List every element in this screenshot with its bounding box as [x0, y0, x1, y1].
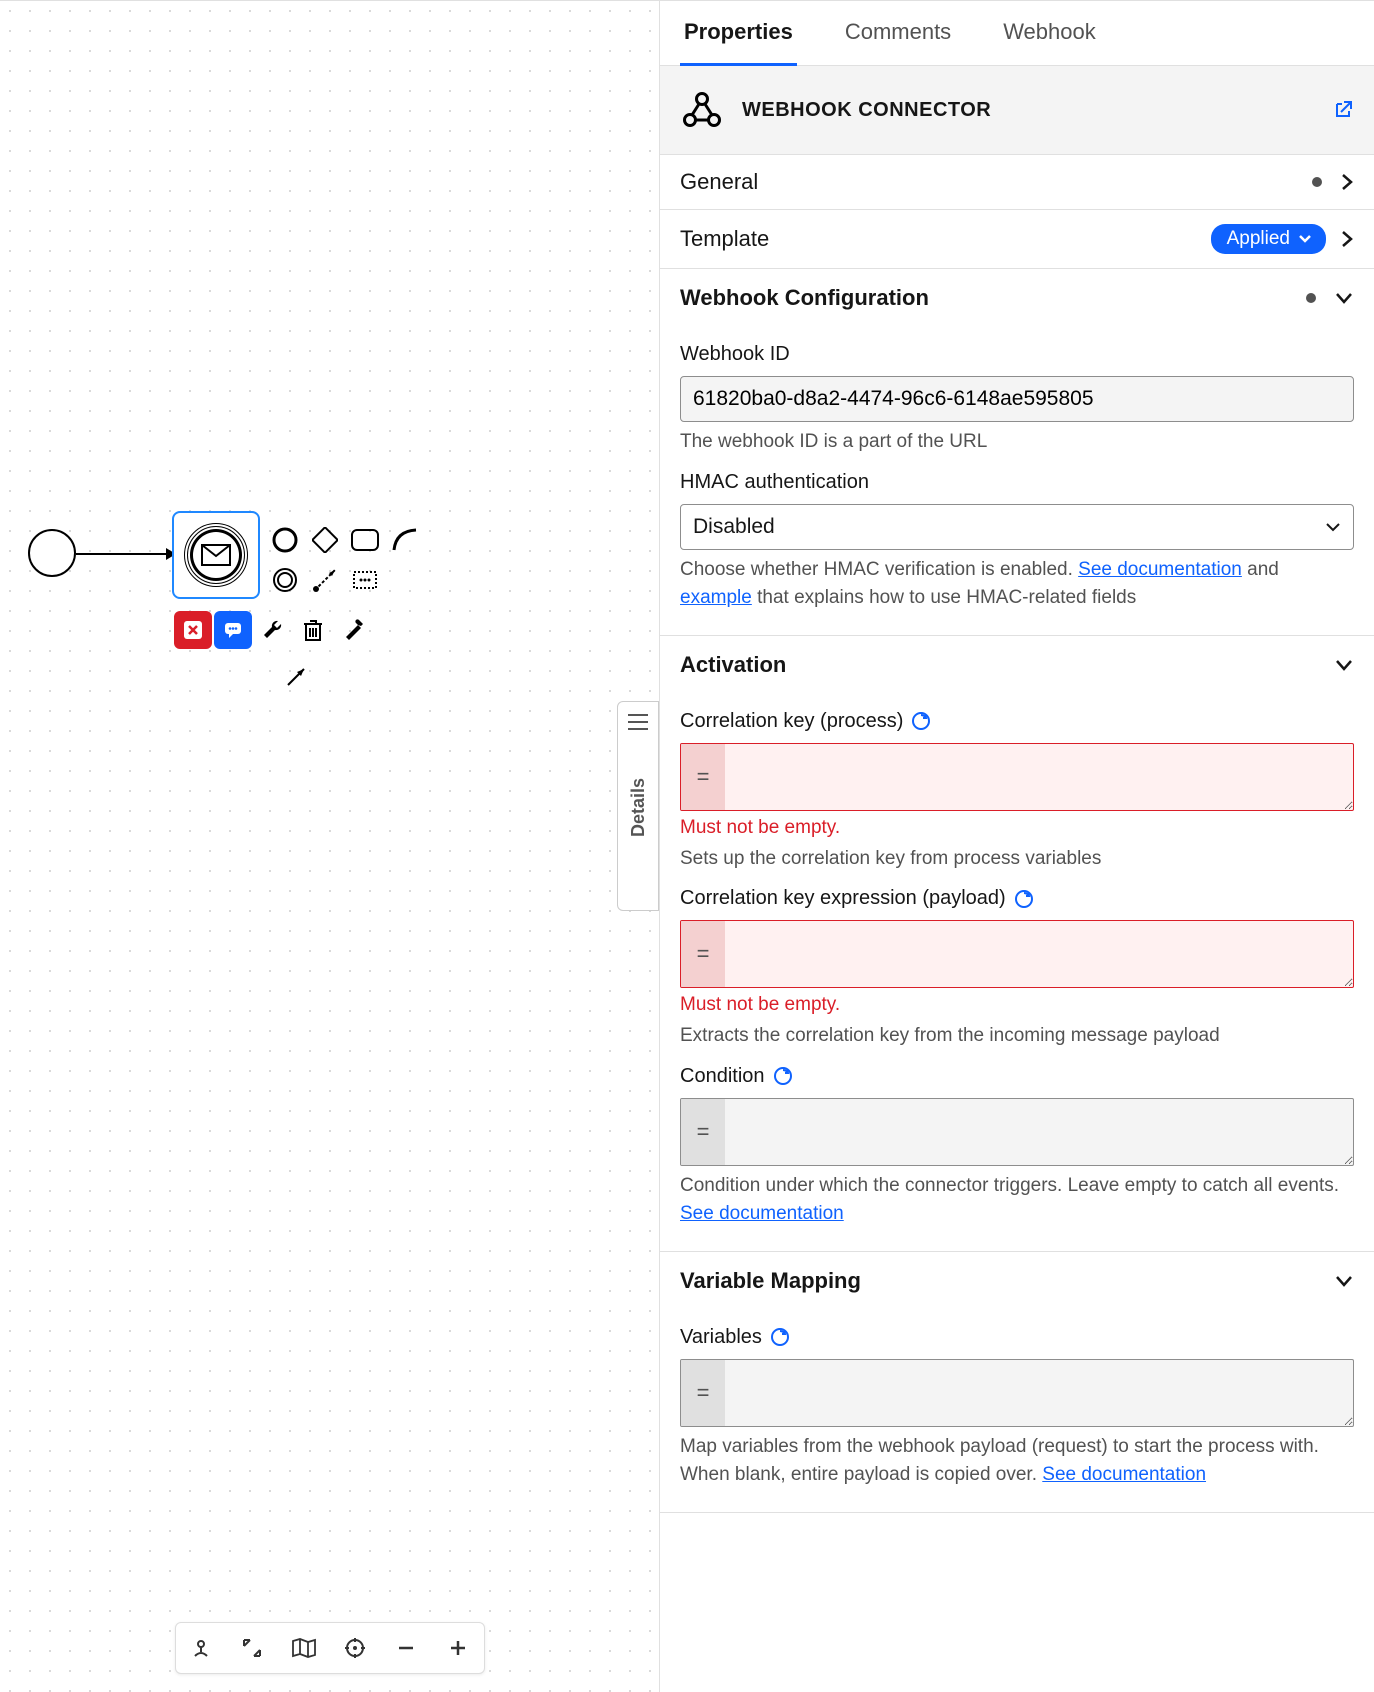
variables-doc-link[interactable]: See documentation: [1042, 1464, 1206, 1485]
diagram-canvas[interactable]: Details: [0, 1, 660, 1692]
condition-help: Condition under which the connector trig…: [680, 1172, 1354, 1229]
variables-label: Variables: [680, 1326, 1354, 1349]
minimap-icon[interactable]: [289, 1633, 319, 1663]
webhook-id-help: The webhook ID is a part of the URL: [680, 428, 1354, 457]
more-options-icon[interactable]: [346, 561, 384, 599]
webhook-icon: [680, 88, 724, 132]
panel-tabs: Properties Comments Webhook: [660, 1, 1374, 66]
connect-icon[interactable]: [306, 561, 344, 599]
panel-title: WEBHOOK CONNECTOR: [742, 99, 1314, 122]
reset-view-icon[interactable]: [186, 1633, 216, 1663]
variable-mapping-body: Variables = Map variables from the webho…: [660, 1304, 1374, 1513]
delete-button[interactable]: [174, 611, 212, 649]
zoom-out-icon[interactable]: [391, 1633, 421, 1663]
panel-header: WEBHOOK CONNECTOR: [660, 66, 1374, 155]
hmac-select[interactable]: Disabled: [680, 504, 1354, 550]
hmac-help: Choose whether HMAC verification is enab…: [680, 556, 1354, 613]
status-dot-icon: [1312, 177, 1322, 187]
tab-comments[interactable]: Comments: [841, 1, 955, 65]
tab-webhook[interactable]: Webhook: [999, 1, 1100, 65]
webhook-config-body: Webhook ID The webhook ID is a part of t…: [660, 321, 1374, 636]
condition-field[interactable]: [725, 1099, 1353, 1165]
center-icon[interactable]: [340, 1633, 370, 1663]
color-icon[interactable]: [334, 611, 372, 649]
comment-button[interactable]: [214, 611, 252, 649]
external-link-icon[interactable]: [1332, 99, 1354, 121]
applied-badge[interactable]: Applied: [1211, 224, 1326, 254]
activation-body: Correlation key (process) = Must not be …: [660, 688, 1374, 1252]
tab-properties[interactable]: Properties: [680, 1, 797, 66]
chevron-down-icon: [1334, 658, 1354, 672]
chevron-down-icon: [1334, 291, 1354, 305]
corr-payload-error: Must not be empty.: [680, 994, 1354, 1016]
append-task-icon[interactable]: [346, 521, 384, 559]
details-label: Details: [628, 778, 649, 837]
section-activation[interactable]: Activation: [660, 636, 1374, 688]
feel-toggle-icon[interactable]: [773, 1066, 793, 1086]
details-panel-toggle[interactable]: Details: [617, 701, 659, 911]
bpmn-start-event[interactable]: [28, 529, 76, 577]
status-dot-icon: [1306, 293, 1316, 303]
feel-toggle-icon[interactable]: [1014, 889, 1034, 909]
envelope-icon: [201, 544, 231, 566]
append-flow-icon[interactable]: [386, 521, 424, 559]
properties-panel: Properties Comments Webhook WEBHOOK CONN…: [660, 1, 1374, 1692]
corr-process-help: Sets up the correlation key from process…: [680, 845, 1354, 874]
chevron-down-icon: [1334, 1274, 1354, 1288]
corr-process-label: Correlation key (process): [680, 710, 1354, 733]
chevron-right-icon: [1340, 229, 1354, 249]
append-intermediate-event-icon[interactable]: [266, 561, 304, 599]
webhook-id-input[interactable]: [680, 376, 1354, 422]
feel-toggle-icon[interactable]: [770, 1327, 790, 1347]
hmac-doc-link[interactable]: See documentation: [1078, 559, 1242, 580]
webhook-id-label: Webhook ID: [680, 343, 1354, 366]
wrench-icon[interactable]: [254, 611, 292, 649]
arrow-icon[interactable]: [278, 657, 316, 695]
variables-field[interactable]: [725, 1360, 1353, 1426]
corr-process-input[interactable]: =: [680, 743, 1354, 811]
feel-toggle-icon[interactable]: [911, 711, 931, 731]
zoom-in-icon[interactable]: [443, 1633, 473, 1663]
variables-help: Map variables from the webhook payload (…: [680, 1433, 1354, 1490]
corr-process-error: Must not be empty.: [680, 817, 1354, 839]
append-end-event-icon[interactable]: [266, 521, 304, 559]
chevron-right-icon: [1340, 172, 1354, 192]
condition-input[interactable]: =: [680, 1098, 1354, 1166]
corr-payload-field[interactable]: [725, 921, 1353, 987]
corr-process-field[interactable]: [725, 744, 1353, 810]
menu-icon: [628, 714, 648, 730]
chevron-down-icon: [1298, 234, 1312, 244]
chevron-down-icon: [1325, 522, 1341, 532]
condition-doc-link[interactable]: See documentation: [680, 1203, 844, 1224]
hmac-example-link[interactable]: example: [680, 587, 752, 608]
corr-payload-input[interactable]: =: [680, 920, 1354, 988]
bpmn-sequence-flow[interactable]: [76, 553, 174, 555]
append-gateway-icon[interactable]: [306, 521, 344, 559]
variables-input[interactable]: =: [680, 1359, 1354, 1427]
bpmn-context-pad: [266, 521, 424, 599]
bpmn-selected-message-event[interactable]: [172, 511, 260, 599]
section-variable-mapping[interactable]: Variable Mapping: [660, 1252, 1374, 1304]
section-webhook-config[interactable]: Webhook Configuration: [660, 269, 1374, 321]
canvas-toolbar: [175, 1622, 485, 1674]
corr-payload-help: Extracts the correlation key from the in…: [680, 1022, 1354, 1051]
section-template[interactable]: Template Applied: [660, 210, 1374, 269]
hmac-label: HMAC authentication: [680, 471, 1354, 494]
condition-label: Condition: [680, 1065, 1354, 1088]
trash-icon[interactable]: [294, 611, 332, 649]
corr-payload-label: Correlation key expression (payload): [680, 887, 1354, 910]
section-general[interactable]: General: [660, 155, 1374, 210]
fit-view-icon[interactable]: [237, 1633, 267, 1663]
